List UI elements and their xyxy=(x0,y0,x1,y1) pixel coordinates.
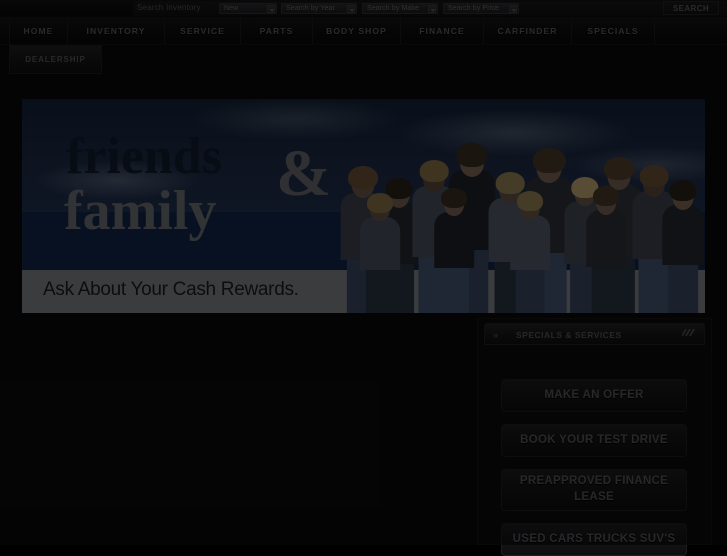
hero-person xyxy=(583,186,629,313)
hero-person-body xyxy=(586,209,626,268)
hero-person-body xyxy=(360,216,400,271)
double-chevron-right-icon: » xyxy=(493,330,498,340)
search-submit-label: SEARCH xyxy=(672,4,710,13)
specials-services-header[interactable]: » SPECIALS & SERVICES xyxy=(484,323,705,345)
nav-item-label: CARFINDER xyxy=(497,25,558,36)
hero-person-legs xyxy=(591,262,621,313)
panel-button-label: PREAPPROVED FINANCE LEASE xyxy=(519,475,669,503)
hero-person-legs xyxy=(668,260,698,313)
nav-item-label: SERVICE xyxy=(180,25,225,36)
chevron-down-icon[interactable] xyxy=(347,5,355,13)
nav-item-label: SPECIALS xyxy=(587,25,639,36)
nav-item-body-shop[interactable]: BODY SHOP xyxy=(313,17,401,44)
hero-person-legs xyxy=(515,265,545,313)
specials-services-panel: » SPECIALS & SERVICES MAKE AN OFFER BOOK … xyxy=(477,318,712,556)
chevron-down-icon[interactable] xyxy=(267,5,275,13)
hero-person-legs xyxy=(439,263,469,313)
search-make-value: Search by Make xyxy=(367,5,419,12)
panel-button-label: MAKE AN OFFER xyxy=(544,388,644,401)
hero-person-hair xyxy=(441,187,467,208)
panel-button-used-cars-trucks-suv-s[interactable]: USED CARS TRUCKS SUV'S xyxy=(501,523,687,556)
panel-button-book-your-test-drive[interactable]: BOOK YOUR TEST DRIVE xyxy=(501,424,687,457)
search-condition-value: New xyxy=(224,5,239,12)
search-price-select[interactable]: Search by Price xyxy=(443,3,519,14)
nav-item-label: HOME xyxy=(23,25,54,36)
nav-item-home[interactable]: HOME xyxy=(9,17,68,44)
hero-person-hair xyxy=(456,142,488,167)
search-year-value: Search by Year xyxy=(286,5,335,12)
specials-services-buttons: MAKE AN OFFER BOOK YOUR TEST DRIVE PREAPPR… xyxy=(484,345,705,556)
hero-person xyxy=(659,179,705,313)
hero-person-body xyxy=(434,211,474,269)
main-navigation: HOME INVENTORY SERVICE PARTS BODY SHOP FINANC… xyxy=(0,17,727,45)
main-navigation-items: HOME INVENTORY SERVICE PARTS BODY SHOP FINANC… xyxy=(9,17,655,44)
nav-item-label: INVENTORY xyxy=(86,25,146,36)
hero-headline-family: family xyxy=(64,180,217,242)
hero-person xyxy=(507,191,553,313)
hero-person-hair xyxy=(419,160,449,183)
nav-item-label: PARTS xyxy=(259,25,294,36)
hero-headline-friends: friends xyxy=(66,128,222,185)
hero-person-hair xyxy=(593,186,619,207)
hero-person-hair xyxy=(639,165,669,188)
hero-person-body xyxy=(510,214,550,270)
hero-person-hair xyxy=(348,165,378,189)
panel-button-label: BOOK YOUR TEST DRIVE xyxy=(520,433,668,446)
nav-item-inventory[interactable]: INVENTORY xyxy=(68,17,165,44)
hero-person-hair xyxy=(669,179,697,201)
page-root: Search Inventory New Search by Year Sear… xyxy=(0,0,727,556)
panel-button-preapproved-finance-lease[interactable]: PREAPPROVED FINANCE LEASE xyxy=(501,469,687,511)
hero-person-hair xyxy=(532,147,566,173)
nav-item-finance[interactable]: FINANCE xyxy=(401,17,484,44)
nav-item-label: FINANCE xyxy=(419,25,465,36)
hero-person-legs xyxy=(365,265,395,313)
hero-person xyxy=(431,187,477,313)
hero-ampersand: & xyxy=(276,137,331,210)
search-submit-button[interactable]: SEARCH xyxy=(663,1,719,15)
search-inventory-label: Search Inventory xyxy=(137,3,201,12)
panel-button-make-an-offer[interactable]: MAKE AN OFFER xyxy=(501,379,687,412)
sub-navigation: DEALERSHIP xyxy=(9,45,102,74)
hero-banner[interactable]: friends & family REWARDS Ask About Your … xyxy=(22,99,705,313)
subnav-item-dealership[interactable]: DEALERSHIP xyxy=(10,55,101,64)
nav-item-label: BODY SHOP xyxy=(326,25,387,36)
search-year-select[interactable]: Search by Year xyxy=(281,3,357,14)
hero-person xyxy=(357,192,403,313)
hero-person-hair xyxy=(367,192,393,213)
hero-tagline: Ask About Your Cash Rewards. xyxy=(43,279,299,301)
search-make-select[interactable]: Search by Make xyxy=(362,3,438,14)
chevron-down-icon[interactable] xyxy=(509,5,517,13)
chevron-down-icon[interactable] xyxy=(428,5,436,13)
specials-services-title: SPECIALS & SERVICES xyxy=(516,330,622,340)
hero-people-photo xyxy=(335,113,705,313)
inventory-search-bar: Search Inventory New Search by Year Sear… xyxy=(0,0,727,18)
grip-icon[interactable] xyxy=(682,329,695,336)
search-price-value: Search by Price xyxy=(448,5,499,12)
hero-person-hair xyxy=(517,191,543,212)
search-condition-select[interactable]: New xyxy=(219,3,277,14)
nav-item-carfinder[interactable]: CARFINDER xyxy=(484,17,572,44)
nav-item-parts[interactable]: PARTS xyxy=(241,17,313,44)
hero-person-hair xyxy=(495,171,525,194)
hero-person-body xyxy=(662,204,704,266)
nav-item-service[interactable]: SERVICE xyxy=(165,17,241,44)
nav-item-specials[interactable]: SPECIALS xyxy=(572,17,655,44)
